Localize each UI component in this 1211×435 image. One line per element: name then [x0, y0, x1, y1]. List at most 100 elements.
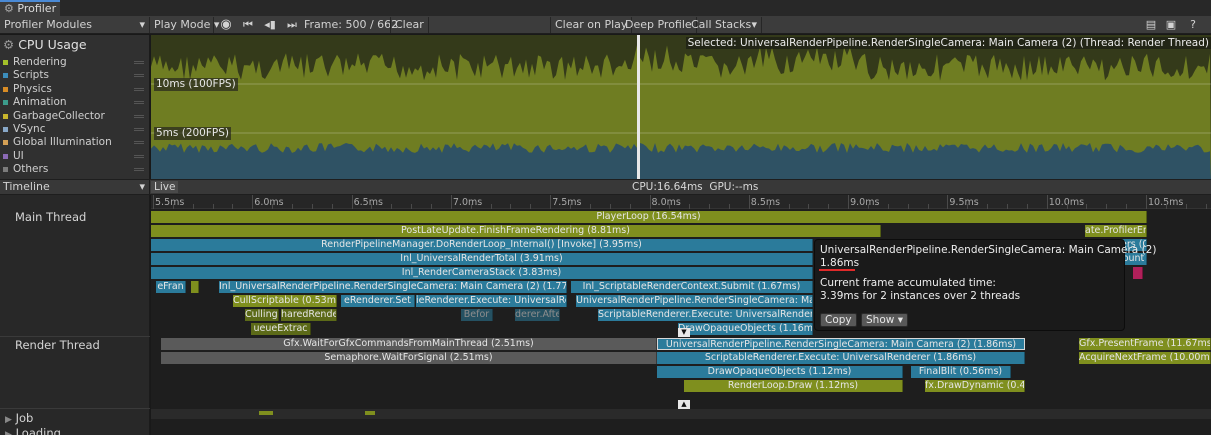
- thread-job[interactable]: ▶ Job: [5, 411, 33, 425]
- legend-item-global-illumination[interactable]: Global Illumination: [0, 136, 150, 149]
- block-universalrendertotal[interactable]: Inl_UniversalRenderTotal (3.91ms): [151, 253, 813, 265]
- legend-item-others[interactable]: Others: [0, 163, 150, 176]
- ruler-minor-tick: [510, 204, 512, 209]
- block-renderloopdraw[interactable]: RenderLoop.Draw (1.12ms): [684, 380, 903, 392]
- block-small[interactable]: [191, 281, 199, 293]
- drag-handle-icon[interactable]: [134, 101, 144, 105]
- ruler-minor-tick: [669, 204, 671, 209]
- collapse-arrow-icon[interactable]: ▼: [678, 328, 690, 337]
- ruler-minor-tick: [331, 204, 333, 209]
- drag-handle-icon[interactable]: [134, 74, 144, 78]
- ruler-tick-label: 5.5ms: [155, 197, 185, 208]
- next-frame-icon[interactable]: ⏭: [284, 16, 300, 33]
- block-rendersinglecamera-render[interactable]: UniversalRenderPipeline.RenderSingleCame…: [657, 338, 1025, 350]
- block-renderer-set[interactable]: eRenderer.Set: [341, 295, 415, 307]
- first-frame-icon[interactable]: ⏮: [240, 16, 256, 33]
- drag-handle-icon[interactable]: [134, 61, 144, 64]
- legend-item-physics[interactable]: Physics: [0, 83, 150, 96]
- load-icon[interactable]: ▤: [1143, 16, 1159, 33]
- drag-handle-icon[interactable]: [134, 168, 144, 172]
- block-finalblit[interactable]: FinalBlit (0.56ms): [911, 366, 1011, 378]
- block-rendercamerastack[interactable]: Inl_RenderCameraStack (3.83ms): [151, 267, 813, 279]
- legend-item-garbagecollector[interactable]: GarbageCollector: [0, 110, 150, 123]
- block-pink[interactable]: [1133, 267, 1143, 279]
- dropdown-arrow-icon: ▾: [139, 18, 145, 31]
- ruler-tick-line: [748, 195, 750, 209]
- tooltip-duration: 1.86ms: [820, 257, 860, 269]
- selected-sample-label: Selected: UniversalRenderPipeline.Render…: [685, 37, 1211, 49]
- legend-item-vsync[interactable]: VSync: [0, 123, 150, 136]
- drag-handle-icon[interactable]: [134, 128, 144, 131]
- block-efran[interactable]: eFran: [156, 281, 186, 293]
- ruler-minor-tick: [431, 204, 433, 209]
- block-culling[interactable]: Culling (S: [245, 309, 279, 321]
- drag-handle-icon[interactable]: [134, 154, 144, 158]
- ruler-minor-tick: [232, 204, 234, 209]
- drag-handle-icon[interactable]: [134, 87, 144, 91]
- block-renderer-execute-render[interactable]: ScriptableRenderer.Execute: UniversalRen…: [657, 352, 1025, 364]
- block-sharedrender[interactable]: haredRender: [281, 309, 337, 321]
- expand-arrow-icon: ▶: [5, 430, 12, 435]
- legend-item-ui[interactable]: UI: [0, 150, 150, 163]
- dropdown-arrow-icon: ▾: [139, 180, 145, 193]
- block-before[interactable]: Befor: [461, 309, 493, 321]
- show-dropdown[interactable]: Show ▾: [861, 313, 908, 327]
- block-cullscriptable[interactable]: CullScriptable (0.53ms): [233, 295, 337, 307]
- block-profilerend[interactable]: ate.ProfilerEndFra: [1085, 225, 1147, 237]
- ruler-minor-tick: [311, 204, 313, 209]
- block-queueextract[interactable]: ueueExtrac: [251, 323, 311, 335]
- tooltip-accum-label: Current frame accumulated time:: [820, 277, 996, 289]
- ruler-minor-tick: [907, 204, 909, 209]
- clear-button[interactable]: Clear: [390, 17, 429, 33]
- tooltip-title: UniversalRenderPipeline.RenderSingleCame…: [820, 244, 1157, 256]
- cpu-usage-module[interactable]: ⚙ CPU Usage Rendering Scripts Physics Anima…: [0, 35, 150, 179]
- ruler-minor-tick: [391, 204, 393, 209]
- cpu-usage-graph[interactable]: 10ms (100FPS) 5ms (200FPS) Selected: Uni…: [151, 35, 1211, 179]
- block-drawopaque-render[interactable]: DrawOpaqueObjects (1.12ms): [657, 366, 903, 378]
- play-mode-dropdown[interactable]: Play Mode ▾: [150, 17, 219, 33]
- block-acquirenextframe[interactable]: AcquireNextFrame (10.00ms): [1079, 352, 1211, 364]
- block-playerloop[interactable]: PlayerLoop (16.54ms): [151, 211, 1147, 223]
- ruler-minor-tick: [530, 204, 532, 209]
- block-after[interactable]: derer.Afte: [515, 309, 560, 321]
- ruler-tick-label: 9.5ms: [949, 197, 979, 208]
- block-rendersinglecamera-inl[interactable]: Inl_UniversalRenderPipeline.RenderSingle…: [219, 281, 567, 293]
- block-renderer-execute-main[interactable]: ieRenderer.Execute: UniversalRender: [416, 295, 567, 307]
- legend-item-rendering[interactable]: Rendering: [0, 56, 150, 69]
- block-postlateupdate[interactable]: PostLateUpdate.FinishFrameRendering (8.8…: [151, 225, 881, 237]
- block-presentframe[interactable]: Gfx.PresentFrame (11.67ms): [1079, 338, 1211, 350]
- legend-item-animation[interactable]: Animation: [0, 96, 150, 109]
- thread-loading[interactable]: ▶ Loading: [5, 426, 61, 435]
- view-dropdown[interactable]: Timeline ▾: [0, 180, 150, 194]
- block-drawopaque-main[interactable]: DrawOpaqueObjects (1.16ms): [678, 323, 813, 335]
- block-renderer-execute-2[interactable]: ScriptableRenderer.Execute: UniversalRen…: [598, 309, 813, 321]
- help-icon[interactable]: ?: [1185, 16, 1201, 33]
- block-submit[interactable]: Inl_ScriptableRenderContext.Submit (1.67…: [571, 281, 813, 293]
- drag-handle-icon[interactable]: [134, 114, 144, 118]
- block-rendersinglecamera-main[interactable]: UniversalRenderPipeline.RenderSingleCame…: [576, 295, 813, 307]
- block-dorenderloop[interactable]: RenderPipelineManager.DoRenderLoop_Inter…: [151, 239, 813, 251]
- block-waitforgfx[interactable]: Gfx.WaitForGfxCommandsFromMainThread (2.…: [161, 338, 657, 350]
- block-semaphore[interactable]: Semaphore.WaitForSignal (2.51ms): [161, 352, 657, 364]
- profiler-modules-dropdown[interactable]: Profiler Modules ▾: [0, 17, 150, 33]
- frame-cursor[interactable]: [637, 35, 640, 179]
- legend-swatch: [3, 153, 8, 159]
- record-icon[interactable]: ◉: [218, 16, 234, 33]
- legend-item-scripts[interactable]: Scripts: [0, 69, 150, 82]
- drag-handle-icon[interactable]: [134, 141, 144, 145]
- thread-render[interactable]: Render Thread: [15, 338, 100, 352]
- save-icon[interactable]: ▣: [1163, 16, 1179, 33]
- thread-main[interactable]: Main Thread: [15, 210, 86, 224]
- ruler-tick-line: [351, 195, 353, 209]
- prev-frame-icon[interactable]: ◂▮: [262, 16, 278, 33]
- tab-profiler[interactable]: ⚙ Profiler: [0, 0, 60, 16]
- copy-button[interactable]: Copy: [820, 313, 857, 327]
- deep-profile-toggle[interactable]: Deep Profile: [621, 17, 697, 33]
- ruler-minor-tick: [272, 204, 274, 209]
- ruler-tick-line: [649, 195, 651, 209]
- cpu-icon: ⚙: [3, 37, 15, 52]
- block-drawdynamic[interactable]: fx.DrawDynamic (0.49m: [925, 380, 1025, 392]
- live-toggle[interactable]: Live: [151, 181, 179, 193]
- expand-up-arrow-icon[interactable]: ▲: [678, 400, 690, 409]
- call-stacks-dropdown[interactable]: Call Stacks ▾: [687, 17, 762, 33]
